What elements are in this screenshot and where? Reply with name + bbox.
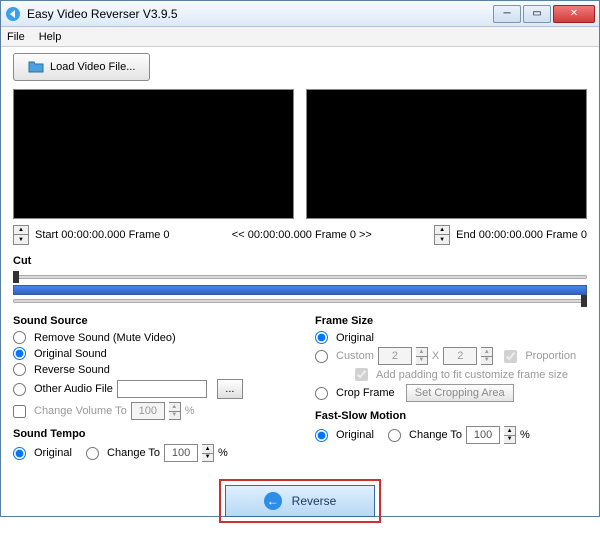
mid-time-label: << 00:00:00.000 Frame 0 >> bbox=[176, 229, 429, 241]
options-columns: Sound Source Remove Sound (Mute Video) O… bbox=[13, 315, 587, 465]
tempo-change-label: Change To bbox=[107, 447, 160, 459]
tempo-change-radio[interactable] bbox=[86, 447, 99, 460]
browse-audio-button[interactable]: ... bbox=[217, 379, 243, 399]
fast-slow-title: Fast-Slow Motion bbox=[315, 410, 587, 422]
cut-end-handle[interactable] bbox=[581, 295, 587, 307]
cut-label: Cut bbox=[13, 255, 587, 267]
folder-icon bbox=[28, 59, 44, 75]
minimize-button[interactable]: ─ bbox=[493, 5, 521, 23]
crop-frame-radio[interactable] bbox=[315, 387, 328, 400]
cut-track-top bbox=[13, 275, 587, 279]
menu-file[interactable]: File bbox=[7, 31, 25, 43]
reverse-highlight: ← Reverse bbox=[219, 479, 381, 523]
other-audio-path-input bbox=[117, 380, 207, 398]
preview-left bbox=[13, 89, 294, 219]
original-sound-label: Original Sound bbox=[34, 348, 107, 360]
reverse-button[interactable]: ← Reverse bbox=[225, 485, 375, 517]
height-input bbox=[443, 347, 477, 365]
app-icon bbox=[5, 6, 21, 22]
reverse-wrap: ← Reverse bbox=[13, 479, 587, 523]
stepper-down-icon[interactable]: ▼ bbox=[435, 235, 449, 244]
app-window: Easy Video Reverser V3.9.5 ─ ▭ ✕ File He… bbox=[0, 0, 600, 517]
width-input bbox=[378, 347, 412, 365]
end-time-label: End 00:00:00.000 Frame 0 bbox=[456, 229, 587, 241]
reverse-button-label: Reverse bbox=[292, 494, 337, 508]
x-label: X bbox=[432, 350, 439, 362]
width-spinner: ▲▼ bbox=[416, 347, 428, 365]
volume-percent: % bbox=[185, 405, 195, 417]
close-button[interactable]: ✕ bbox=[553, 5, 595, 23]
preview-row bbox=[13, 89, 587, 219]
right-column: Frame Size Original Custom ▲▼ X ▲▼ Propo… bbox=[315, 315, 587, 465]
motion-original-radio[interactable] bbox=[315, 429, 328, 442]
proportion-checkbox bbox=[504, 350, 517, 363]
padding-checkbox bbox=[355, 368, 368, 381]
tempo-original-radio[interactable] bbox=[13, 447, 26, 460]
motion-percent: % bbox=[520, 429, 530, 441]
crop-frame-label: Crop Frame bbox=[336, 387, 395, 399]
framesize-original-radio[interactable] bbox=[315, 331, 328, 344]
cut-track-bottom bbox=[13, 299, 587, 303]
padding-label: Add padding to fit customize frame size bbox=[376, 369, 568, 381]
stepper-up-icon[interactable]: ▲ bbox=[435, 226, 449, 235]
remove-sound-label: Remove Sound (Mute Video) bbox=[34, 332, 176, 344]
motion-change-label: Change To bbox=[409, 429, 462, 441]
framesize-custom-radio[interactable] bbox=[315, 350, 328, 363]
client-area: Load Video File... ▲ ▼ Start 00:00:00.00… bbox=[1, 47, 599, 533]
reverse-sound-label: Reverse Sound bbox=[34, 364, 110, 376]
framesize-original-label: Original bbox=[336, 332, 374, 344]
start-frame-stepper[interactable]: ▲ ▼ bbox=[13, 225, 29, 245]
other-audio-radio[interactable] bbox=[13, 383, 26, 396]
motion-original-label: Original bbox=[336, 429, 374, 441]
remove-sound-radio[interactable] bbox=[13, 331, 26, 344]
maximize-button[interactable]: ▭ bbox=[523, 5, 551, 23]
tempo-percent: % bbox=[218, 447, 228, 459]
menu-help[interactable]: Help bbox=[39, 31, 62, 43]
window-buttons: ─ ▭ ✕ bbox=[493, 5, 595, 23]
end-frame-stepper[interactable]: ▲ ▼ bbox=[434, 225, 450, 245]
window-title: Easy Video Reverser V3.9.5 bbox=[27, 7, 493, 21]
sound-source-title: Sound Source bbox=[13, 315, 285, 327]
reverse-arrow-icon: ← bbox=[264, 492, 282, 510]
motion-input bbox=[466, 426, 500, 444]
load-video-button[interactable]: Load Video File... bbox=[13, 53, 150, 81]
height-spinner: ▲▼ bbox=[481, 347, 493, 365]
cut-track-main[interactable] bbox=[13, 285, 587, 295]
proportion-label: Proportion bbox=[525, 350, 576, 362]
sound-tempo-title: Sound Tempo bbox=[13, 428, 285, 440]
tempo-spinner: ▲▼ bbox=[202, 444, 214, 462]
left-column: Sound Source Remove Sound (Mute Video) O… bbox=[13, 315, 285, 465]
change-volume-checkbox[interactable] bbox=[13, 405, 26, 418]
cut-bar[interactable] bbox=[13, 271, 587, 305]
menubar: File Help bbox=[1, 27, 599, 47]
set-cropping-button[interactable]: Set Cropping Area bbox=[406, 384, 514, 402]
titlebar: Easy Video Reverser V3.9.5 ─ ▭ ✕ bbox=[1, 1, 599, 27]
motion-spinner: ▲▼ bbox=[504, 426, 516, 444]
change-volume-label: Change Volume To bbox=[34, 405, 127, 417]
start-time-label: Start 00:00:00.000 Frame 0 bbox=[35, 229, 170, 241]
cut-start-handle[interactable] bbox=[13, 271, 19, 283]
reverse-sound-radio[interactable] bbox=[13, 363, 26, 376]
stepper-up-icon[interactable]: ▲ bbox=[14, 226, 28, 235]
motion-change-radio[interactable] bbox=[388, 429, 401, 442]
load-video-label: Load Video File... bbox=[50, 61, 135, 73]
original-sound-radio[interactable] bbox=[13, 347, 26, 360]
volume-input bbox=[131, 402, 165, 420]
other-audio-label: Other Audio File bbox=[34, 383, 113, 395]
framesize-custom-label: Custom bbox=[336, 350, 374, 362]
preview-right bbox=[306, 89, 587, 219]
stepper-down-icon[interactable]: ▼ bbox=[14, 235, 28, 244]
tempo-original-label: Original bbox=[34, 447, 72, 459]
tempo-input bbox=[164, 444, 198, 462]
volume-spinner: ▲▼ bbox=[169, 402, 181, 420]
time-row: ▲ ▼ Start 00:00:00.000 Frame 0 << 00:00:… bbox=[13, 225, 587, 245]
frame-size-title: Frame Size bbox=[315, 315, 587, 327]
